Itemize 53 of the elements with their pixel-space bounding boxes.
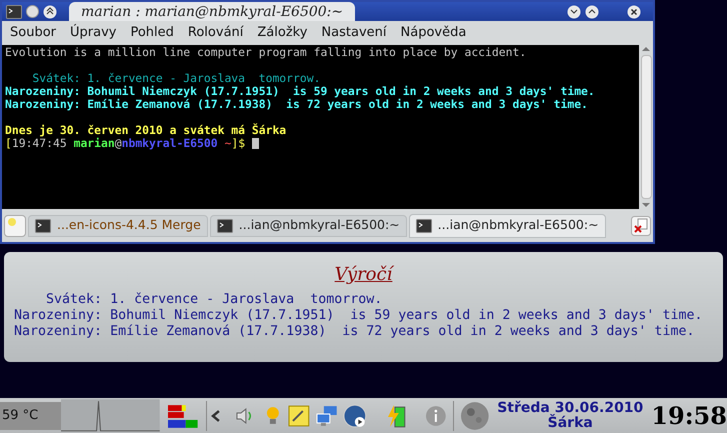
terminal-text: marian bbox=[74, 137, 115, 150]
terminal-icon bbox=[35, 218, 51, 232]
menu-item[interactable]: Nastavení bbox=[321, 23, 386, 43]
nameday-label: Šárka bbox=[548, 416, 593, 430]
terminal-text: @ bbox=[114, 137, 122, 150]
chevron-down-icon[interactable] bbox=[567, 4, 581, 18]
terminal-tab[interactable]: ...ian@nbmkyral-E6500:~ bbox=[210, 214, 407, 236]
chevron-up-icon[interactable] bbox=[43, 4, 57, 18]
menu-item[interactable]: Pohled bbox=[130, 23, 174, 43]
date-label: Středa 30.06.2010 bbox=[497, 400, 644, 416]
terminal-text: Narozeniny: Bohumil Niemczyk (17.7.1951) is 59 years old in 2 weeks and 3 days' time. bbox=[5, 85, 595, 98]
popup-text: Narozeniny: Emílie Zemanová (17.7.1938) is 72 years old in 2 weeks and 3 days' time. bbox=[14, 324, 696, 340]
terminal-icon bbox=[6, 4, 22, 18]
clock[interactable]: 19:58 bbox=[651, 398, 727, 433]
cursor bbox=[252, 138, 259, 149]
close-icon[interactable] bbox=[627, 4, 641, 18]
terminal-text: Svátek: 1. července - Jaroslava tomorrow. bbox=[31, 72, 320, 85]
terminal-text: Narozeniny: Emílie Zemanová (17.7.1938) is 72 years old in 2 weeks and 3 days' time. bbox=[5, 98, 588, 111]
popup-text: Narozeniny: Bohumil Niemczyk (17.7.1951) is 59 years old in 2 weeks and 3 days' time. bbox=[14, 308, 702, 324]
network-icon[interactable] bbox=[316, 404, 338, 426]
menu-item[interactable]: Soubor bbox=[10, 23, 56, 43]
terminal-text: 19:47:45 bbox=[12, 137, 68, 150]
info-icon[interactable] bbox=[424, 404, 447, 426]
terminal-tab[interactable]: ...en-icons-4.4.5 Merge bbox=[28, 214, 208, 236]
terminal-text: ~ bbox=[223, 137, 232, 150]
menu-item[interactable]: Záložky bbox=[257, 23, 308, 43]
moon-icon bbox=[460, 400, 490, 430]
terminal-icon bbox=[216, 218, 233, 232]
menu-item[interactable]: Úpravy bbox=[70, 23, 116, 43]
terminal-text: Dnes je 30. červen 2010 a svátek má Šárka bbox=[5, 124, 286, 137]
chevron-left-icon[interactable] bbox=[210, 410, 220, 422]
temperature-reading: 59 °C bbox=[0, 402, 62, 430]
popup-text: Svátek: 1. července - Jaroslava tomorrow. bbox=[45, 292, 384, 308]
scroll-down-icon[interactable] bbox=[641, 201, 651, 209]
terminal-text: ]$ bbox=[231, 137, 246, 150]
scrollbar-thumb[interactable] bbox=[640, 55, 652, 199]
close-tab-icon[interactable] bbox=[631, 216, 651, 236]
popup-title: Výročí bbox=[334, 264, 392, 286]
window-title: marian : marian@nbmkyral-E6500:~ bbox=[69, 2, 356, 21]
lightbulb-icon[interactable] bbox=[264, 404, 282, 426]
battery-icon[interactable] bbox=[387, 404, 407, 428]
terminal-tab[interactable]: ...ian@nbmkyral-E6500:~ bbox=[408, 214, 606, 238]
menu-item[interactable]: Nápověda bbox=[400, 23, 466, 43]
scroll-up-icon[interactable] bbox=[641, 45, 651, 53]
terminal-icon bbox=[416, 218, 432, 232]
memory-bars-icon bbox=[168, 402, 198, 428]
menu-item[interactable]: Rolování bbox=[188, 23, 244, 43]
terminal-text: nbmkyral-E6500 bbox=[122, 137, 218, 150]
terminal-text: [ bbox=[5, 137, 12, 150]
terminal-text: Evolution is a million line computer program falling into place by accident. bbox=[5, 46, 526, 59]
chevron-up-icon[interactable] bbox=[585, 4, 599, 18]
notes-icon[interactable] bbox=[288, 404, 310, 426]
media-player-icon[interactable] bbox=[343, 404, 368, 428]
